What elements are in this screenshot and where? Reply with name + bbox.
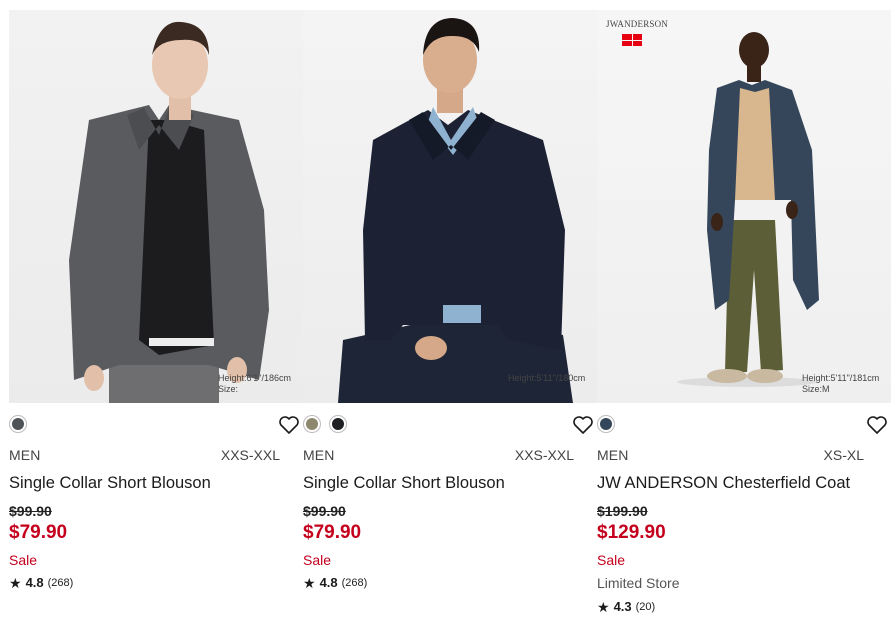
rating-value: 4.8 [319, 575, 338, 590]
heart-outline-icon[interactable] [572, 415, 594, 435]
color-swatch[interactable] [9, 415, 27, 433]
color-swatches [303, 415, 347, 435]
review-count: (268) [47, 576, 74, 589]
product-name[interactable]: Single Collar Short Blouson [303, 474, 505, 493]
product-image[interactable]: Height:5'11"/180cm [303, 10, 597, 403]
product-name[interactable]: Single Collar Short Blouson [9, 474, 211, 493]
review-count: (20) [635, 600, 656, 613]
gender-label: MEN [9, 447, 41, 463]
color-swatch[interactable] [597, 415, 615, 433]
model-photo [677, 32, 819, 387]
model-photo [69, 21, 269, 403]
size-range: XXS-XXL [220, 447, 280, 463]
product-card[interactable]: Height:6'1"/186cm Size: MEN XXS-XXL Sing… [9, 10, 303, 622]
product-card[interactable]: Height:5'11"/180cm MEN XXS-XXL Single Co… [303, 10, 597, 622]
color-swatch[interactable] [303, 415, 321, 433]
color-swatch[interactable] [329, 415, 347, 433]
model-height-note: Height:6'1"/186cm Size: [218, 373, 291, 394]
heart-outline-icon[interactable] [278, 415, 300, 435]
product-card[interactable]: JWANDERSON Height:5'11"/181cm Size:M MEN… [597, 10, 891, 622]
rating-value: 4.3 [613, 599, 632, 614]
star-icon: ★ [597, 598, 610, 615]
original-price: $199.90 [597, 503, 648, 519]
jw-anderson-logo: JWANDERSON [606, 19, 669, 29]
gender-label: MEN [303, 447, 335, 463]
original-price: $99.90 [9, 503, 52, 519]
product-name[interactable]: JW ANDERSON Chesterfield Coat [597, 474, 850, 493]
size-range: XXS-XXL [514, 447, 574, 463]
rating: ★ 4.8 (268) [303, 575, 367, 590]
rating: ★ 4.8 (268) [9, 575, 73, 590]
model-height-note: Height:5'11"/181cm Size:M [802, 373, 880, 394]
store-availability: Limited Store [597, 575, 680, 591]
sale-badge: Sale [9, 552, 38, 568]
product-image[interactable]: JWANDERSON Height:5'11"/181cm Size:M [597, 10, 891, 403]
original-price: $99.90 [303, 503, 346, 519]
sale-price: $129.90 [597, 522, 666, 543]
color-swatches [9, 415, 27, 435]
rating-value: 4.8 [25, 575, 44, 590]
rating: ★ 4.3 (20) [597, 599, 655, 614]
review-count: (268) [341, 576, 368, 589]
star-icon: ★ [303, 574, 316, 591]
size-range: XS-XL [823, 447, 864, 463]
sale-price: $79.90 [303, 522, 362, 543]
sale-badge: Sale [597, 552, 626, 568]
sale-price: $79.90 [9, 522, 68, 543]
product-image[interactable]: Height:6'1"/186cm Size: [9, 10, 303, 403]
gender-label: MEN [597, 447, 629, 463]
sale-badge: Sale [303, 552, 332, 568]
uniqlo-logo [622, 34, 642, 46]
model-photo [338, 18, 573, 403]
color-swatches [597, 415, 615, 435]
heart-outline-icon[interactable] [866, 415, 888, 435]
star-icon: ★ [9, 574, 22, 591]
model-height-note: Height:5'11"/180cm [508, 373, 586, 383]
